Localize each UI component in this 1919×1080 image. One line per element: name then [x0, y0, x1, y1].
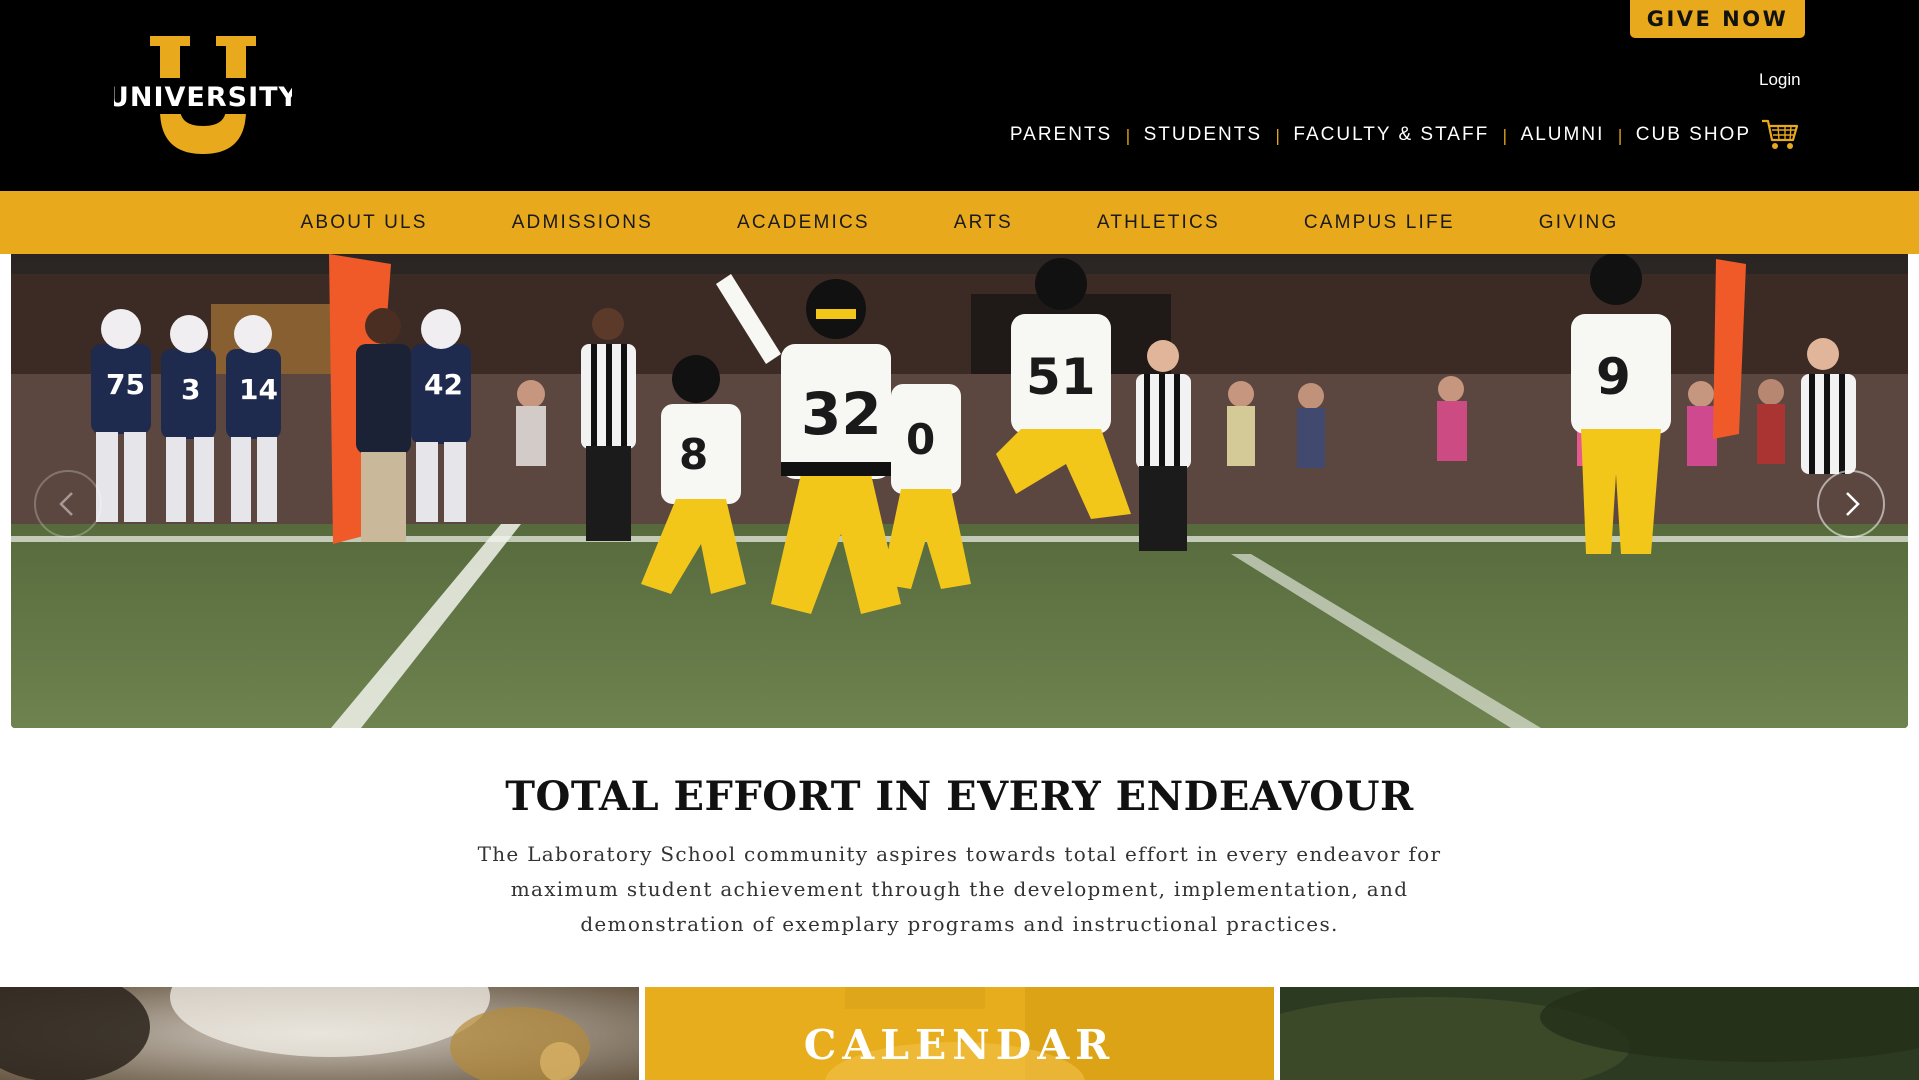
logo-wordmark: UNIVERSITY — [114, 82, 292, 113]
opponent-jersey-number: 42 — [424, 368, 463, 401]
feature-tile-left[interactable] — [0, 987, 639, 1080]
nav-campus-life[interactable]: CAMPUS LIFE — [1304, 212, 1455, 234]
logo-mark: UNIVERSITY — [107, 36, 298, 154]
nav-faculty-staff[interactable]: FACULTY & STAFF — [1293, 124, 1489, 146]
nav-parents[interactable]: PARENTS — [1010, 124, 1112, 146]
calendar-label: CALENDAR — [803, 1021, 1116, 1069]
mission-title: TOTAL EFFORT IN EVERY ENDEAVOUR — [505, 773, 1414, 820]
mission-line: maximum student achievement through the … — [510, 877, 1409, 901]
nav-giving[interactable]: GIVING — [1539, 212, 1619, 234]
nav-divider: | — [1502, 125, 1508, 145]
mission-statement: The Laboratory School community aspires … — [470, 837, 1449, 942]
main-nav: ABOUT ULS ADMISSIONS ACADEMICS ARTS ATHL… — [0, 191, 1919, 254]
site-header: UNIVERSITY GIVE NOW Login PARENTS | STUD… — [0, 0, 1919, 191]
give-now-button[interactable]: GIVE NOW — [1630, 0, 1805, 38]
player-jersey-number: 8 — [679, 430, 708, 479]
nav-cub-shop[interactable]: CUB SHOP — [1636, 124, 1751, 146]
chevron-left-icon — [59, 492, 73, 516]
nav-about-uls[interactable]: ABOUT ULS — [301, 212, 428, 234]
feature-tile-right[interactable] — [1280, 987, 1919, 1080]
player-jersey-number: 32 — [801, 380, 882, 448]
opponent-jersey-number: 14 — [239, 373, 278, 406]
nav-admissions[interactable]: ADMISSIONS — [512, 212, 653, 234]
login-link[interactable]: Login — [1759, 70, 1801, 90]
player-jersey-number: 9 — [1596, 348, 1631, 406]
field-photo — [1280, 987, 1919, 1080]
calendar-tile[interactable]: CALENDAR — [645, 987, 1274, 1080]
opponent-jersey-number: 75 — [106, 368, 145, 401]
nav-arts[interactable]: ARTS — [954, 212, 1013, 234]
player-jersey-number: 51 — [1026, 348, 1096, 406]
shopping-cart-icon[interactable] — [1761, 118, 1799, 152]
audience-nav: PARENTS | STUDENTS | FACULTY & STAFF | A… — [1010, 118, 1799, 152]
nav-students[interactable]: STUDENTS — [1144, 124, 1262, 146]
mission-line: The Laboratory School community aspires … — [477, 842, 1442, 866]
hero-photo: 75 3 14 42 32 51 9 8 0 — [11, 254, 1908, 728]
hero-slider[interactable]: 75 3 14 42 32 51 9 8 0 — [11, 254, 1908, 728]
nav-academics[interactable]: ACADEMICS — [737, 212, 870, 234]
slider-next-button[interactable] — [1817, 470, 1885, 538]
nav-athletics[interactable]: ATHLETICS — [1097, 212, 1220, 234]
nav-alumni[interactable]: ALUMNI — [1521, 124, 1605, 146]
nav-divider: | — [1125, 125, 1131, 145]
chevron-right-icon — [1846, 492, 1860, 516]
opponent-jersey-number: 3 — [181, 373, 200, 406]
nav-divider: | — [1275, 125, 1281, 145]
player-jersey-number: 0 — [906, 415, 935, 464]
university-logo[interactable]: UNIVERSITY — [107, 36, 298, 156]
slider-prev-button[interactable] — [34, 470, 102, 538]
mission-line: demonstration of exemplary programs and … — [580, 912, 1339, 936]
band-photo — [0, 987, 639, 1080]
nav-divider: | — [1617, 125, 1623, 145]
